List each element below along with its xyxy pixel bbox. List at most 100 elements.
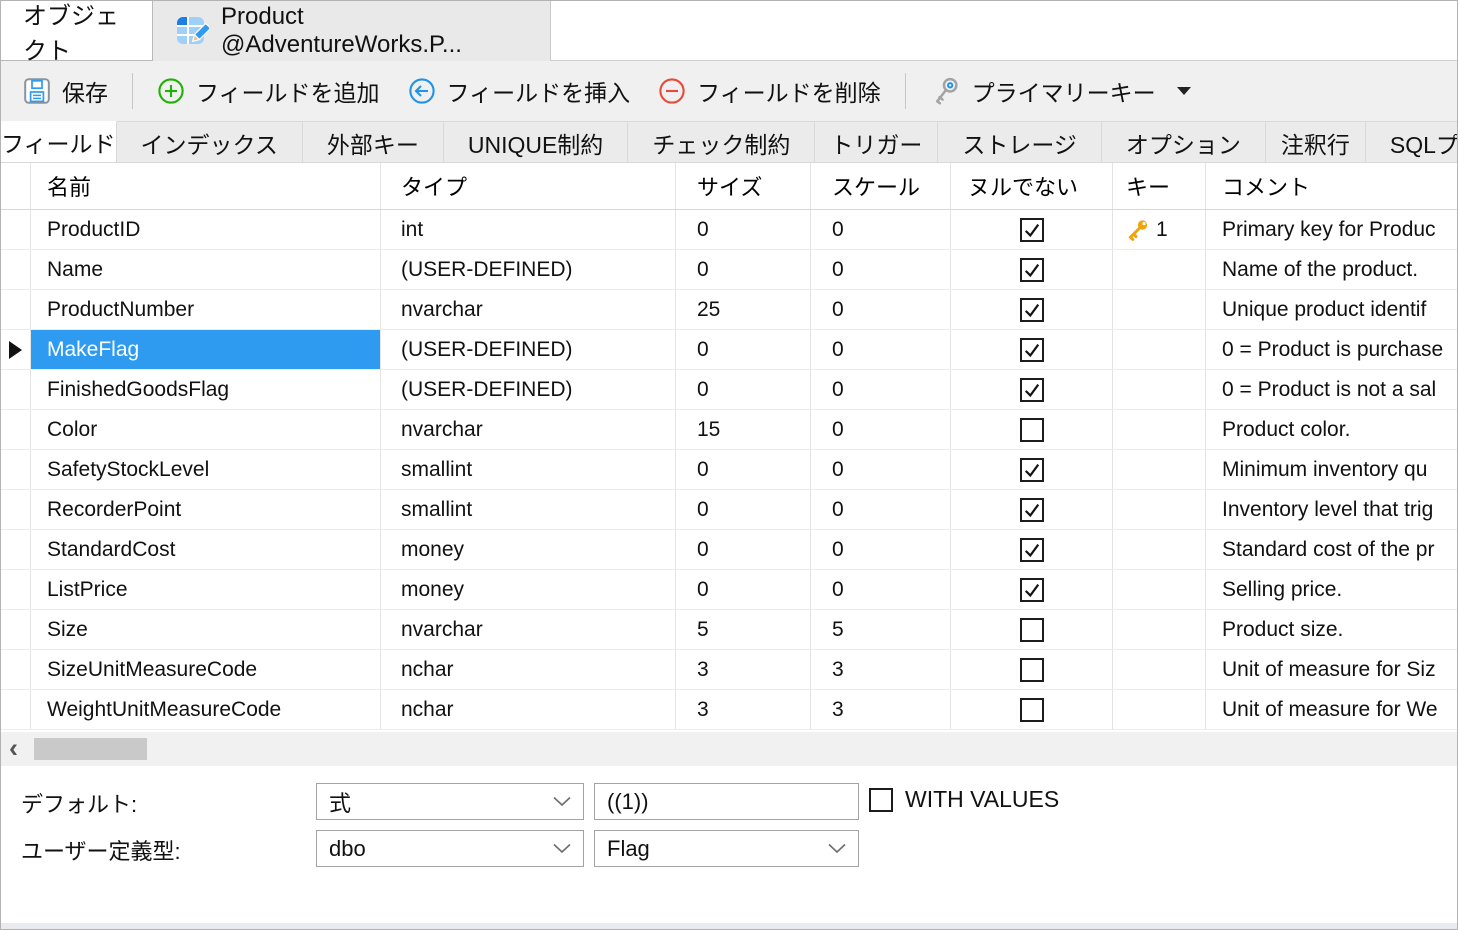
row-selector[interactable]: [1, 330, 31, 369]
not-null-checkbox[interactable]: [1020, 298, 1044, 322]
key-cell[interactable]: [1113, 450, 1206, 489]
not-null-checkbox[interactable]: [1020, 218, 1044, 242]
tab-comment-lines[interactable]: 注釈行: [1266, 121, 1366, 163]
insert-field-button[interactable]: フィールドを挿入: [394, 69, 645, 113]
primary-key-button[interactable]: プライマリーキー: [916, 69, 1205, 113]
tab-options[interactable]: オプション: [1102, 121, 1266, 163]
not-null-checkbox[interactable]: [1020, 458, 1044, 482]
field-comment-cell[interactable]: Selling price.: [1206, 570, 1457, 609]
field-comment-cell[interactable]: Primary key for Produc: [1206, 210, 1457, 249]
field-type-cell[interactable]: smallint: [381, 490, 676, 529]
field-scale-cell[interactable]: 0: [811, 330, 951, 369]
field-comment-cell[interactable]: Minimum inventory qu: [1206, 450, 1457, 489]
field-comment-cell[interactable]: Unit of measure for We: [1206, 690, 1457, 729]
not-null-cell[interactable]: [951, 250, 1113, 289]
field-comment-cell[interactable]: Product size.: [1206, 610, 1457, 649]
field-type-cell[interactable]: nvarchar: [381, 610, 676, 649]
table-row[interactable]: Size nvarchar 5 5 Product size.: [1, 610, 1457, 650]
field-size-cell[interactable]: 0: [676, 450, 811, 489]
field-size-cell[interactable]: 3: [676, 690, 811, 729]
row-selector[interactable]: [1, 530, 31, 569]
not-null-cell[interactable]: [951, 370, 1113, 409]
row-selector[interactable]: [1, 210, 31, 249]
field-scale-cell[interactable]: 0: [811, 490, 951, 529]
field-type-cell[interactable]: nchar: [381, 690, 676, 729]
key-cell[interactable]: [1113, 250, 1206, 289]
key-cell[interactable]: [1113, 570, 1206, 609]
tab-unique-constraints[interactable]: UNIQUE制約: [444, 121, 628, 163]
not-null-checkbox[interactable]: [1020, 658, 1044, 682]
tab-product-designer[interactable]: Product @AdventureWorks.P...: [153, 1, 551, 61]
field-scale-cell[interactable]: 3: [811, 650, 951, 689]
not-null-cell[interactable]: [951, 450, 1113, 489]
field-scale-cell[interactable]: 0: [811, 410, 951, 449]
tab-check-constraints[interactable]: チェック制約: [628, 121, 815, 163]
field-type-cell[interactable]: money: [381, 570, 676, 609]
column-header-not-null[interactable]: ヌルでない: [951, 163, 1113, 209]
row-selector[interactable]: [1, 250, 31, 289]
column-header-name[interactable]: 名前: [31, 163, 381, 209]
not-null-checkbox[interactable]: [1020, 418, 1044, 442]
field-type-cell[interactable]: nchar: [381, 650, 676, 689]
not-null-checkbox[interactable]: [1020, 578, 1044, 602]
field-name-cell[interactable]: ProductNumber: [31, 290, 381, 329]
field-name-cell[interactable]: Name: [31, 250, 381, 289]
table-row[interactable]: Name (USER-DEFINED) 0 0 Name of: [1, 250, 1457, 290]
field-scale-cell[interactable]: 5: [811, 610, 951, 649]
not-null-checkbox[interactable]: [1020, 698, 1044, 722]
table-row[interactable]: ProductID int 0 0 1 Primary key: [1, 210, 1457, 250]
field-type-cell[interactable]: (USER-DEFINED): [381, 370, 676, 409]
key-cell[interactable]: [1113, 290, 1206, 329]
tab-indexes[interactable]: インデックス: [117, 121, 303, 163]
field-name-cell[interactable]: StandardCost: [31, 530, 381, 569]
field-type-cell[interactable]: (USER-DEFINED): [381, 250, 676, 289]
row-selector[interactable]: [1, 370, 31, 409]
delete-field-button[interactable]: フィールドを削除: [644, 69, 895, 113]
field-name-cell[interactable]: FinishedGoodsFlag: [31, 370, 381, 409]
field-scale-cell[interactable]: 0: [811, 370, 951, 409]
field-size-cell[interactable]: 0: [676, 210, 811, 249]
field-size-cell[interactable]: 15: [676, 410, 811, 449]
key-cell[interactable]: 1: [1113, 210, 1206, 249]
field-size-cell[interactable]: 0: [676, 570, 811, 609]
not-null-cell[interactable]: [951, 570, 1113, 609]
row-selector[interactable]: [1, 490, 31, 529]
key-cell[interactable]: [1113, 530, 1206, 569]
field-comment-cell[interactable]: Unique product identif: [1206, 290, 1457, 329]
column-header-type[interactable]: タイプ: [381, 163, 676, 209]
key-cell[interactable]: [1113, 330, 1206, 369]
key-cell[interactable]: [1113, 650, 1206, 689]
scroll-left-arrow-icon[interactable]: ‹: [9, 732, 18, 764]
not-null-checkbox[interactable]: [1020, 378, 1044, 402]
scrollbar-thumb[interactable]: [34, 738, 147, 760]
field-size-cell[interactable]: 5: [676, 610, 811, 649]
field-size-cell[interactable]: 0: [676, 250, 811, 289]
field-name-cell[interactable]: Size: [31, 610, 381, 649]
with-values-checkbox[interactable]: [869, 788, 893, 812]
default-kind-select[interactable]: 式: [316, 783, 584, 820]
field-comment-cell[interactable]: 0 = Product is purchase: [1206, 330, 1457, 369]
table-row[interactable]: WeightUnitMeasureCode nchar 3 3: [1, 690, 1457, 730]
field-comment-cell[interactable]: Name of the product.: [1206, 250, 1457, 289]
field-name-cell[interactable]: WeightUnitMeasureCode: [31, 690, 381, 729]
not-null-checkbox[interactable]: [1020, 498, 1044, 522]
field-type-cell[interactable]: smallint: [381, 450, 676, 489]
row-selector[interactable]: [1, 690, 31, 729]
column-header-size[interactable]: サイズ: [676, 163, 811, 209]
field-scale-cell[interactable]: 0: [811, 530, 951, 569]
field-size-cell[interactable]: 25: [676, 290, 811, 329]
not-null-cell[interactable]: [951, 650, 1113, 689]
column-header-comment[interactable]: コメント: [1206, 163, 1457, 209]
field-scale-cell[interactable]: 0: [811, 290, 951, 329]
not-null-cell[interactable]: [951, 610, 1113, 649]
field-comment-cell[interactable]: Product color.: [1206, 410, 1457, 449]
table-row[interactable]: FinishedGoodsFlag (USER-DEFINED) 0 0: [1, 370, 1457, 410]
not-null-checkbox[interactable]: [1020, 338, 1044, 362]
column-header-scale[interactable]: スケール: [811, 163, 951, 209]
field-comment-cell[interactable]: Inventory level that trig: [1206, 490, 1457, 529]
not-null-cell[interactable]: [951, 410, 1113, 449]
row-selector[interactable]: [1, 570, 31, 609]
save-button[interactable]: 保存: [9, 69, 122, 113]
not-null-cell[interactable]: [951, 290, 1113, 329]
field-size-cell[interactable]: 0: [676, 370, 811, 409]
